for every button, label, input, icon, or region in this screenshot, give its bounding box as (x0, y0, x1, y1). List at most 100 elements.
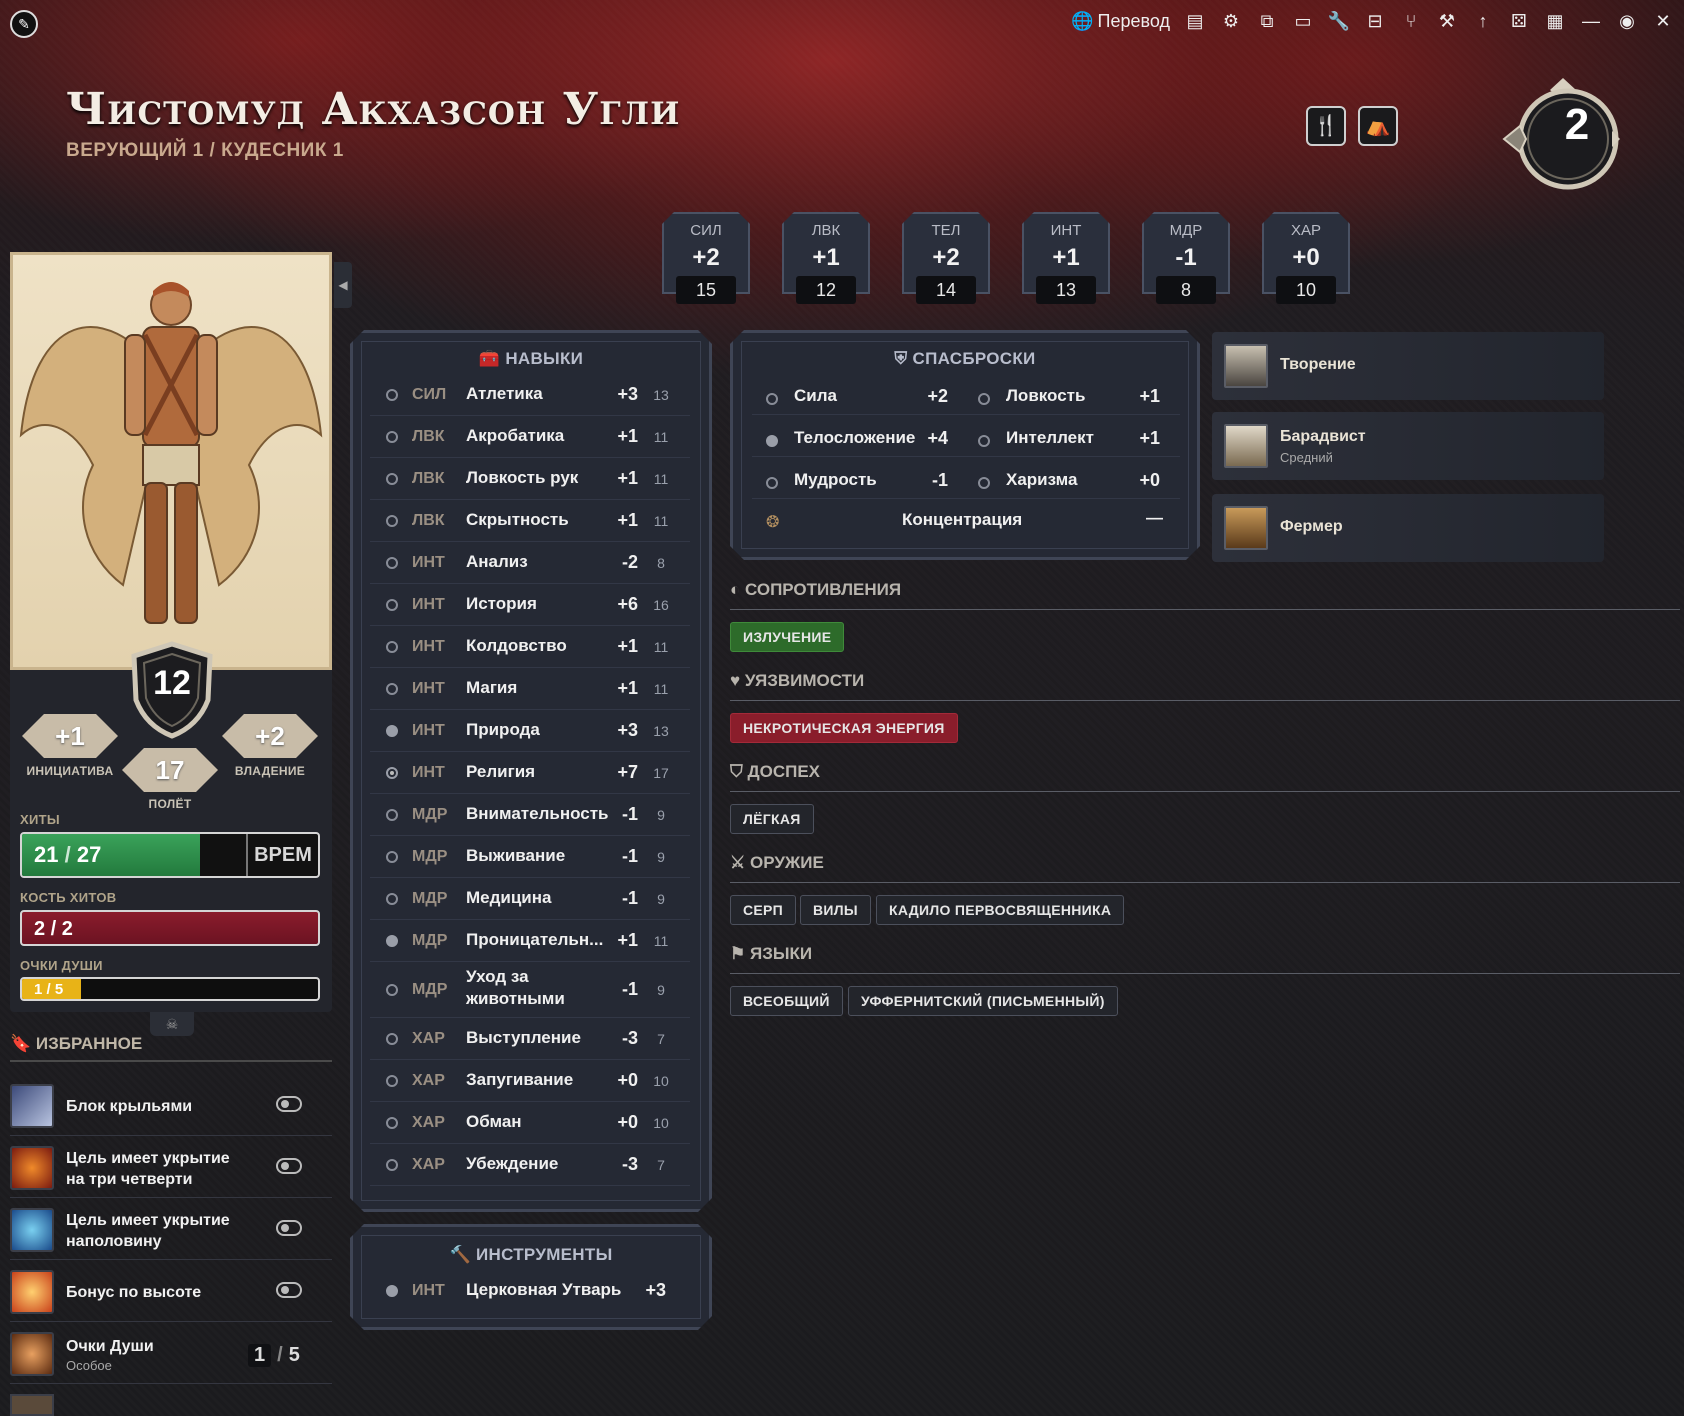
save-mod[interactable]: -1 (908, 470, 948, 491)
language-tag[interactable]: УФФЕРНИТСКИЙ (ПИСЬМЕННЫЙ) (848, 986, 1118, 1016)
skill-mod[interactable]: +1 (592, 426, 638, 447)
tool-mod[interactable]: +3 (620, 1280, 666, 1301)
skill-row[interactable]: ХАР Запугивание +0 10 (370, 1060, 690, 1102)
proficiency-dot[interactable] (386, 641, 398, 653)
save-mod[interactable]: +2 (908, 386, 948, 407)
favorite-toggle[interactable] (276, 1282, 302, 1298)
journal-icon[interactable]: ▤ (1184, 10, 1206, 32)
skill-mod[interactable]: +1 (592, 678, 638, 699)
skill-mod[interactable]: -3 (592, 1154, 638, 1175)
skill-mod[interactable]: +3 (592, 384, 638, 405)
skill-mod[interactable]: -1 (592, 846, 638, 867)
proficiency-dot[interactable] (386, 683, 398, 695)
favorite-item[interactable]: Блок крыльями (10, 1074, 332, 1136)
ability-dex[interactable]: ЛВК +1 12 (782, 212, 870, 308)
collapse-sidebar-button[interactable]: ◀ (334, 262, 352, 308)
wrench-icon[interactable]: 🔧 (1328, 10, 1350, 32)
save-mod[interactable]: +1 (1120, 386, 1160, 407)
save-mod[interactable]: +0 (1120, 470, 1160, 491)
skill-row[interactable]: ИНТ Анализ -2 8 (370, 542, 690, 584)
proficiency-dot[interactable] (386, 851, 398, 863)
favorite-toggle[interactable] (276, 1096, 302, 1112)
ability-int[interactable]: ИНТ +1 13 (1022, 212, 1110, 308)
proficiency-dot[interactable] (386, 935, 398, 947)
resistance-tag[interactable]: ИЗЛУЧЕНИЕ (730, 622, 845, 652)
skill-mod[interactable]: -1 (592, 804, 638, 825)
skill-row[interactable]: СИЛ Атлетика +3 13 (370, 374, 690, 416)
branch-icon[interactable]: ⑂ (1400, 10, 1422, 32)
skill-mod[interactable]: -2 (592, 552, 638, 573)
proficiency-dot[interactable] (386, 984, 398, 996)
favorite-toggle[interactable] (276, 1158, 302, 1174)
weapon-tag[interactable]: СЕРП (730, 895, 797, 925)
skill-row[interactable]: ИНТ История +6 16 (370, 584, 690, 626)
skill-mod[interactable]: +0 (592, 1070, 638, 1091)
skill-row[interactable]: ИНТ Колдовство +1 11 (370, 626, 690, 668)
compass-icon[interactable]: ✎ (10, 10, 38, 38)
skill-mod[interactable]: +1 (592, 468, 638, 489)
skill-row[interactable]: ХАР Выступление -3 7 (370, 1018, 690, 1060)
side-item-creation[interactable]: Творение (1212, 332, 1604, 400)
skill-mod[interactable]: +7 (592, 762, 638, 783)
hp-bar[interactable]: 21 / 27 ВРЕМ (20, 832, 320, 878)
character-portrait[interactable] (10, 252, 332, 670)
skill-mod[interactable]: +1 (592, 510, 638, 531)
proficiency-dot[interactable] (386, 557, 398, 569)
proficiency-dot[interactable] (386, 431, 398, 443)
skill-row[interactable]: МДР Выживание -1 9 (370, 836, 690, 878)
concentration-value[interactable]: — (1146, 508, 1163, 528)
favorite-toggle[interactable] (276, 1220, 302, 1236)
ability-cha[interactable]: ХАР +0 10 (1262, 212, 1350, 308)
proficiency-dot[interactable] (386, 893, 398, 905)
chest-icon[interactable]: ▭ (1292, 10, 1314, 32)
side-item-baradvist[interactable]: Барадвист Средний (1212, 412, 1604, 480)
favorite-item[interactable]: Цель имеет укрытие на три четверти (10, 1136, 332, 1198)
ability-str[interactable]: СИЛ +2 15 (662, 212, 750, 308)
skill-row[interactable]: МДР Уход за животными -1 9 (370, 962, 690, 1018)
skill-row[interactable]: ИНТ Природа +3 13 (370, 710, 690, 752)
temp-hp-field[interactable]: ВРЕМ (246, 834, 318, 876)
weapon-tag[interactable]: КАДИЛО ПЕРВОСВЯЩЕННИКА (876, 895, 1125, 925)
minimize-icon[interactable]: — (1580, 10, 1602, 32)
ability-wis[interactable]: МДР -1 8 (1142, 212, 1230, 308)
user-icon[interactable]: ◉ (1616, 10, 1638, 32)
proficiency-dot[interactable] (386, 1033, 398, 1045)
side-item-farmer[interactable]: Фермер (1212, 494, 1604, 562)
character-name[interactable]: Чистомуд Акхазсон Угли (66, 84, 680, 135)
skill-row[interactable]: ИНТ Магия +1 11 (370, 668, 690, 710)
skill-mod[interactable]: +1 (592, 636, 638, 657)
proficiency-dot[interactable] (386, 725, 398, 737)
skill-mod[interactable]: +1 (592, 930, 638, 951)
ability-con[interactable]: ТЕЛ +2 14 (902, 212, 990, 308)
proficiency-dot[interactable] (386, 389, 398, 401)
skill-row[interactable]: ЛВК Акробатика +1 11 (370, 416, 690, 458)
skill-row[interactable]: ИНТ Религия +7 17 (370, 752, 690, 794)
favorite-item[interactable]: Цель имеет укрытие наполовину (10, 1198, 332, 1260)
proficiency-dot[interactable] (386, 1159, 398, 1171)
share-icon[interactable]: ⧉ (1256, 10, 1278, 32)
hit-dice-bar[interactable]: 2 / 2 (20, 910, 320, 946)
skill-row[interactable]: ЛВК Скрытность +1 11 (370, 500, 690, 542)
weapon-tag[interactable]: ВИЛЫ (800, 895, 871, 925)
translate-button[interactable]: 🌐 Перевод (1071, 10, 1170, 32)
skill-row[interactable]: ХАР Убеждение -3 7 (370, 1144, 690, 1186)
language-tag[interactable]: ВСЕОБЩИЙ (730, 986, 843, 1016)
gear-icon[interactable]: ⚙ (1220, 10, 1242, 32)
vulnerability-tag[interactable]: НЕКРОТИЧЕСКАЯ ЭНЕРГИЯ (730, 713, 958, 743)
dice-icon[interactable]: ⚄ (1508, 10, 1530, 32)
skill-mod[interactable]: -1 (592, 888, 638, 909)
proficiency-dot[interactable] (386, 599, 398, 611)
favorite-item[interactable]: Бонус по высоте (10, 1260, 332, 1322)
proficiency-dot[interactable] (386, 809, 398, 821)
arrow-up-icon[interactable]: ↑ (1472, 10, 1494, 32)
skill-mod[interactable]: +3 (592, 720, 638, 741)
skill-mod[interactable]: +0 (592, 1112, 638, 1133)
grid-icon[interactable]: ▦ (1544, 10, 1566, 32)
skill-row[interactable]: ЛВК Ловкость рук +1 11 (370, 458, 690, 500)
hammer-icon[interactable]: ⚒ (1436, 10, 1458, 32)
proficiency-dot[interactable] (386, 473, 398, 485)
favorite-item[interactable]: Очки Души Особое 1 / 5 (10, 1322, 332, 1384)
skull-icon[interactable]: ☠ (150, 1012, 194, 1036)
proficiency-dot[interactable] (386, 1075, 398, 1087)
save-mod[interactable]: +4 (908, 428, 948, 449)
